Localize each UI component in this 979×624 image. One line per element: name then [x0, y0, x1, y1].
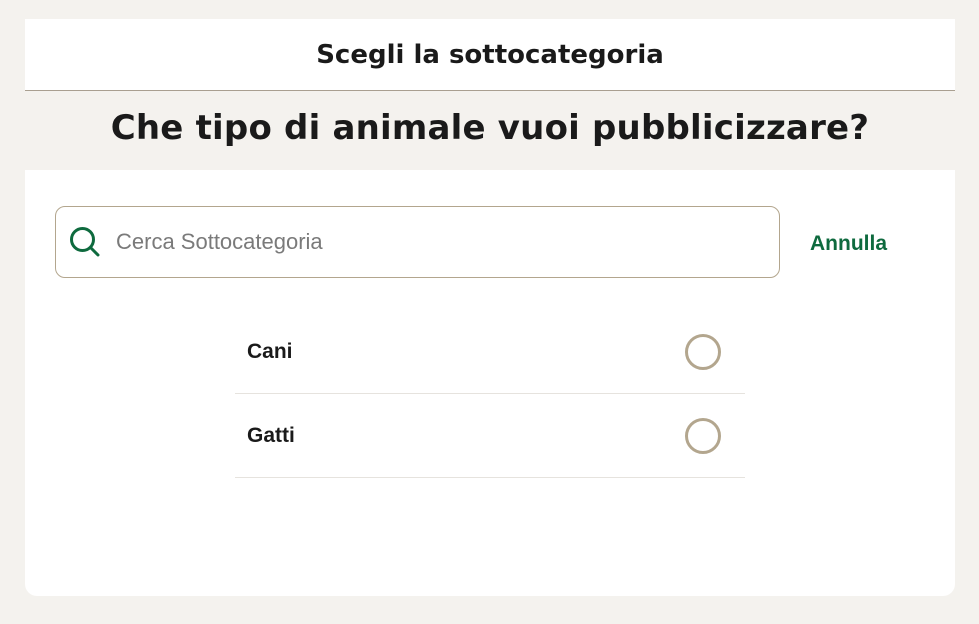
search-icon — [68, 225, 102, 259]
search-box[interactable] — [55, 206, 780, 278]
cancel-button[interactable]: Annulla — [810, 232, 887, 256]
list-item-label: Gatti — [247, 423, 295, 447]
header-title: Scegli la sottocategoria — [316, 39, 664, 70]
subcategory-panel: Annulla Cani Gatti — [25, 170, 955, 596]
subcategory-list: Cani Gatti — [235, 310, 745, 478]
page-question: Che tipo di animale vuoi pubblicizzare? — [110, 108, 870, 148]
radio-button-gatti[interactable] — [685, 417, 721, 454]
list-item-cani[interactable]: Cani — [235, 310, 745, 394]
search-input[interactable] — [116, 222, 736, 262]
list-item-gatti[interactable]: Gatti — [235, 394, 745, 478]
list-item-label: Cani — [247, 339, 293, 363]
modal-header: Scegli la sottocategoria — [25, 19, 955, 91]
radio-button-cani[interactable] — [685, 333, 721, 370]
